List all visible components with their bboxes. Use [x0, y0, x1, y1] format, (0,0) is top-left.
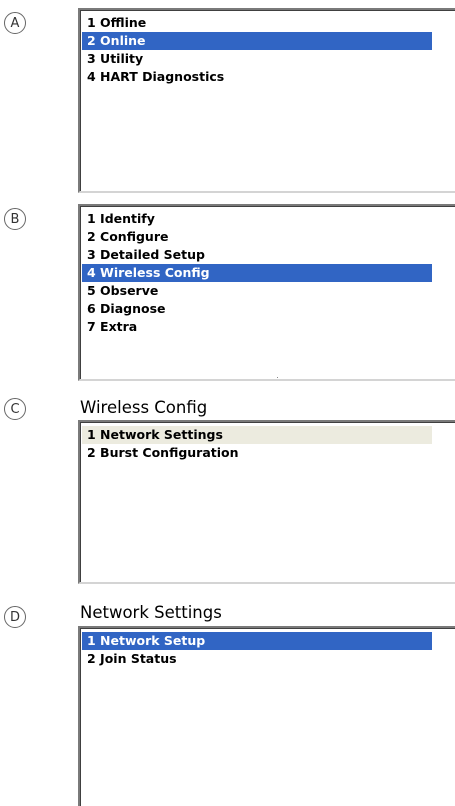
menu-item-burst-configuration[interactable]: 2 Burst Configuration [82, 444, 455, 462]
divider-mark [277, 377, 278, 378]
menu-item-detailed-setup[interactable]: 3 Detailed Setup [82, 246, 455, 264]
panel-c-title: Wireless Config [80, 398, 208, 417]
menu-panel-c: 1 Network Settings 2 Burst Configuration [78, 420, 455, 584]
menu-item-network-setup[interactable]: 1 Network Setup [82, 632, 432, 650]
callout-b: B [4, 208, 26, 230]
menu-item-extra[interactable]: 7 Extra [82, 318, 455, 336]
menu-panel-b: 1 Identify 2 Configure 3 Detailed Setup … [78, 204, 455, 381]
menu-panel-a: 1 Offline 2 Online 3 Utility 4 HART Diag… [78, 8, 455, 193]
callout-d: D [4, 606, 26, 628]
menu-item-offline[interactable]: 1 Offline [82, 14, 455, 32]
panel-d-title: Network Settings [80, 603, 222, 622]
menu-item-network-settings[interactable]: 1 Network Settings [82, 426, 432, 444]
menu-list-b: 1 Identify 2 Configure 3 Detailed Setup … [80, 206, 455, 336]
callout-a: A [4, 12, 26, 34]
callout-c: C [4, 398, 26, 420]
menu-panel-d: 1 Network Setup 2 Join Status [78, 626, 455, 806]
menu-item-diagnose[interactable]: 6 Diagnose [82, 300, 455, 318]
menu-item-wireless-config[interactable]: 4 Wireless Config [82, 264, 432, 282]
menu-list-c: 1 Network Settings 2 Burst Configuration [80, 422, 455, 462]
menu-item-configure[interactable]: 2 Configure [82, 228, 455, 246]
menu-list-d: 1 Network Setup 2 Join Status [80, 628, 455, 668]
menu-list-a: 1 Offline 2 Online 3 Utility 4 HART Diag… [80, 10, 455, 86]
menu-item-observe[interactable]: 5 Observe [82, 282, 455, 300]
menu-item-join-status[interactable]: 2 Join Status [82, 650, 455, 668]
menu-item-identify[interactable]: 1 Identify [82, 210, 455, 228]
menu-item-online[interactable]: 2 Online [82, 32, 432, 50]
menu-item-utility[interactable]: 3 Utility [82, 50, 455, 68]
menu-item-hart-diagnostics[interactable]: 4 HART Diagnostics [82, 68, 455, 86]
